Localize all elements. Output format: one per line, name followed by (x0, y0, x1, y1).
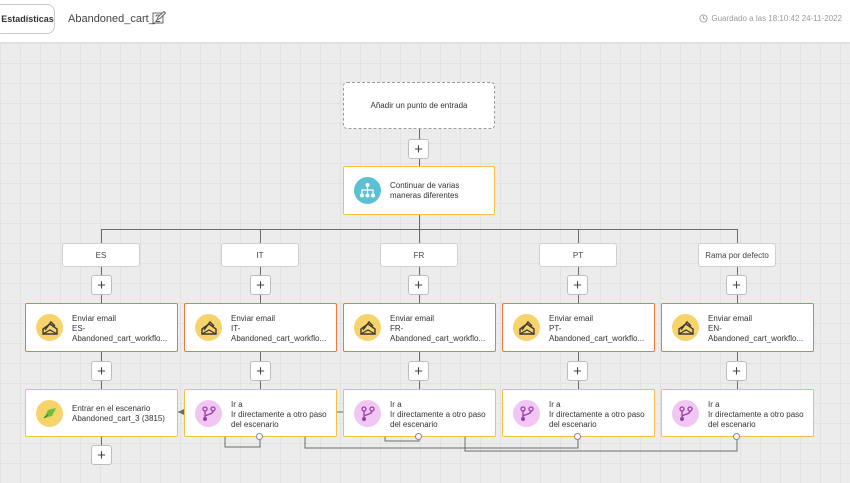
add-step-button[interactable]: + (408, 139, 429, 159)
action-desc: Ir directamente a otro paso (390, 410, 486, 419)
enter-scenario-node[interactable]: Entrar en el escenario Abandoned_cart_3 … (25, 389, 178, 437)
action-desc: del escenario (549, 420, 597, 429)
envelope-send-icon (672, 314, 699, 341)
action-title: Ir a (390, 400, 402, 409)
action-desc: del escenario (708, 420, 756, 429)
send-email-node[interactable]: Enviar email ES- Abandoned_cart_workflo.… (25, 303, 178, 352)
email-template: Abandoned_cart_workflo... (708, 334, 804, 343)
branch-label[interactable]: Rama por defecto (698, 243, 776, 267)
split-label-line1: Continuar de varias (390, 181, 460, 190)
saved-status: Guardado a las 18:10:42 24-11-2022 (699, 14, 842, 23)
branch-label[interactable]: FR (380, 243, 458, 267)
statistics-button[interactable]: Estadísticas (0, 4, 55, 34)
git-branch-icon (195, 400, 222, 427)
clock-icon (699, 14, 708, 23)
pencil-icon[interactable] (152, 11, 166, 25)
action-target: Abandoned_cart_3 (3815) (72, 414, 165, 423)
action-desc: Ir directamente a otro paso (231, 410, 327, 419)
envelope-send-icon (513, 314, 540, 341)
send-email-node[interactable]: Enviar email PT- Abandoned_cart_workflo.… (502, 303, 655, 352)
add-step-button[interactable]: + (408, 275, 429, 295)
goto-node[interactable]: Ir a Ir directamente a otro paso del esc… (502, 389, 655, 437)
saved-text: Guardado a las 18:10:42 24-11-2022 (711, 14, 842, 23)
git-branch-icon (672, 400, 699, 427)
email-title: Enviar email (549, 314, 594, 323)
email-title: Enviar email (231, 314, 276, 323)
action-desc: Ir directamente a otro paso (708, 410, 804, 419)
goto-node[interactable]: Ir a Ir directamente a otro paso del esc… (661, 389, 814, 437)
add-step-button[interactable]: + (726, 361, 747, 381)
top-bar: Estadísticas Abandoned_cart_2 Guardado a… (0, 0, 850, 43)
goto-connector-handle[interactable] (415, 433, 422, 440)
envelope-send-icon (36, 314, 63, 341)
action-title: Entrar en el escenario (72, 404, 151, 413)
send-email-node[interactable]: Enviar email IT- Abandoned_cart_workflo.… (184, 303, 337, 352)
email-title: Enviar email (390, 314, 435, 323)
add-step-button[interactable]: + (567, 275, 588, 295)
branch-label[interactable]: PT (539, 243, 617, 267)
email-language: PT- (549, 324, 562, 333)
action-title: Ir a (231, 400, 243, 409)
add-step-button[interactable]: + (408, 361, 429, 381)
action-title: Ir a (708, 400, 720, 409)
email-language: IT- (231, 324, 241, 333)
envelope-send-icon (195, 314, 222, 341)
add-step-button[interactable]: + (250, 275, 271, 295)
goto-node[interactable]: Ir a Ir directamente a otro paso del esc… (343, 389, 496, 437)
scenario-enter-icon (36, 400, 63, 427)
email-template: Abandoned_cart_workflo... (231, 334, 327, 343)
git-branch-icon (513, 400, 540, 427)
split-node[interactable]: Continuar de varias maneras diferentes (343, 166, 495, 215)
action-desc: del escenario (231, 420, 279, 429)
scenario-title: Abandoned_cart_2 (68, 13, 161, 25)
add-step-button[interactable]: + (567, 361, 588, 381)
goto-connector-handle[interactable] (574, 433, 581, 440)
email-language: FR- (390, 324, 404, 333)
email-title: Enviar email (72, 314, 117, 323)
connector (419, 215, 420, 229)
add-entry-point[interactable]: Añadir un punto de entrada (343, 82, 495, 129)
email-language: ES- (72, 324, 86, 333)
add-step-button[interactable]: + (726, 275, 747, 295)
branch-split-icon (354, 177, 381, 204)
send-email-node[interactable]: Enviar email EN- Abandoned_cart_workflo.… (661, 303, 814, 352)
send-email-node[interactable]: Enviar email FR- Abandoned_cart_workflo.… (343, 303, 496, 352)
goto-connector-handle[interactable] (733, 433, 740, 440)
goto-connector-handle[interactable] (256, 433, 263, 440)
envelope-send-icon (354, 314, 381, 341)
email-template: Abandoned_cart_workflo... (72, 334, 168, 343)
goto-node[interactable]: Ir a Ir directamente a otro paso del esc… (184, 389, 337, 437)
action-desc: Ir directamente a otro paso (549, 410, 645, 419)
branch-label[interactable]: IT (221, 243, 299, 267)
add-step-button[interactable]: + (91, 361, 112, 381)
add-step-button[interactable]: + (250, 361, 271, 381)
action-desc: del escenario (390, 420, 438, 429)
add-step-button[interactable]: + (91, 275, 112, 295)
email-language: EN- (708, 324, 722, 333)
email-template: Abandoned_cart_workflo... (390, 334, 486, 343)
split-label-line2: maneras diferentes (390, 191, 459, 200)
email-title: Enviar email (708, 314, 753, 323)
add-step-button[interactable]: + (91, 445, 112, 465)
action-title: Ir a (549, 400, 561, 409)
email-template: Abandoned_cart_workflo... (549, 334, 645, 343)
git-branch-icon (354, 400, 381, 427)
branch-label[interactable]: ES (62, 243, 140, 267)
